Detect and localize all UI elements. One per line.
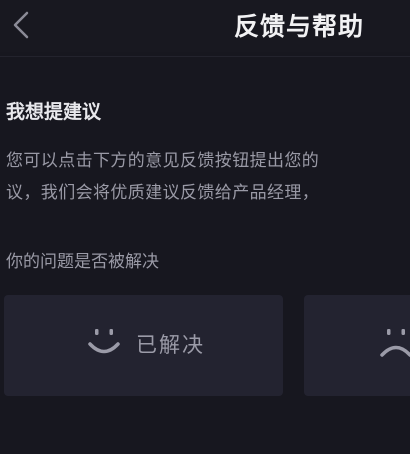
sad-face-icon [380, 329, 410, 357]
resolved-button[interactable]: 已解决 [4, 295, 283, 396]
unresolved-button[interactable] [304, 295, 410, 396]
navigation-bar: 反馈与帮助 [0, 0, 410, 52]
suggestion-description-line-2: 议，我们会将优质建议反馈给产品经理， [6, 183, 320, 203]
chevron-left-icon [13, 11, 29, 39]
suggestion-description-line-1: 您可以点击下方的意见反馈按钮提出您的 [6, 151, 320, 171]
suggestion-title: 我想提建议 [6, 101, 102, 123]
back-button[interactable] [6, 6, 36, 44]
header-divider [0, 56, 410, 57]
resolved-label: 已解决 [136, 333, 205, 357]
feedback-help-screen: 反馈与帮助 我想提建议 您可以点击下方的意见反馈按钮提出您的 议，我们会将优质建… [0, 0, 410, 454]
page-title: 反馈与帮助 [233, 12, 364, 41]
resolution-question: 你的问题是否被解决 [6, 252, 159, 272]
smile-face-icon [88, 329, 120, 354]
